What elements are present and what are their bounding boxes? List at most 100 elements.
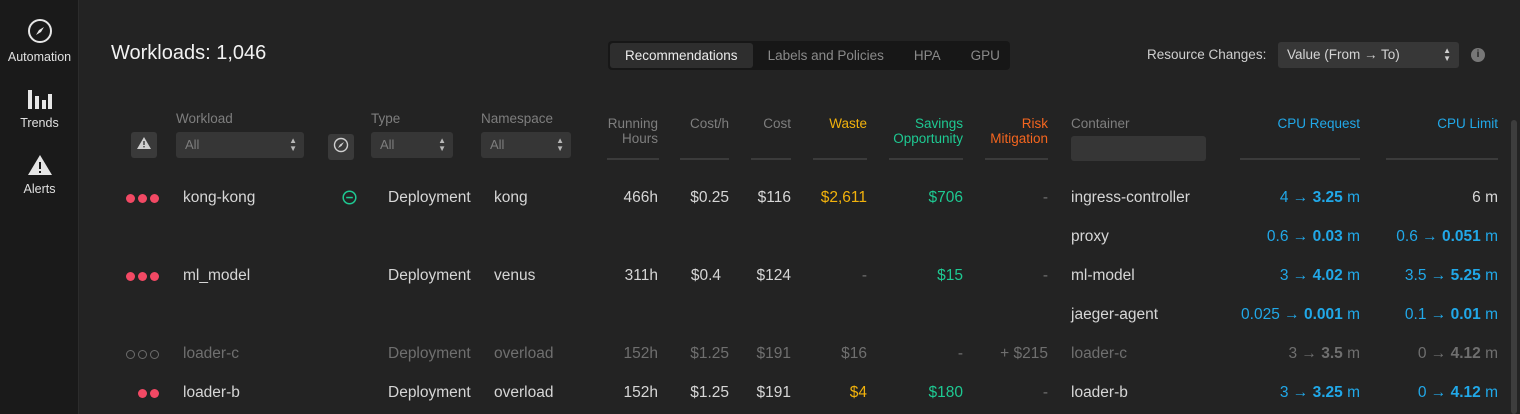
running-hours: 466h: [623, 189, 658, 206]
cost: $191: [756, 384, 791, 401]
namespace-filter[interactable]: All ▲ ▼: [481, 132, 571, 158]
workload-name[interactable]: loader-b: [183, 384, 240, 402]
severity-filter-button[interactable]: [131, 132, 157, 158]
cpu-request: 3 → 4.02 m: [1279, 267, 1360, 284]
column-underline: [1240, 158, 1360, 160]
cost: $116: [757, 189, 791, 206]
namespace: kong: [494, 189, 528, 206]
waste: $4: [849, 384, 867, 401]
waste: -: [861, 267, 867, 284]
column-header-cpu-limit[interactable]: CPU Limit: [1386, 116, 1498, 131]
running-hours: 152h: [623, 345, 658, 362]
container-name: jaeger-agent: [1071, 306, 1159, 323]
namespace: venus: [494, 267, 536, 284]
compass-icon: [27, 18, 53, 44]
column-header-risk-mitigation[interactable]: Risk Mitigation: [975, 116, 1048, 146]
sidebar-item-label: Alerts: [23, 182, 56, 196]
column-header-workload: Workload: [176, 111, 233, 126]
cpu-limit: 6 m: [1472, 189, 1498, 206]
risk-mitigation: -: [1042, 189, 1048, 206]
tab-gpu[interactable]: GPU: [956, 43, 1015, 68]
column-header-type: Type: [371, 111, 401, 126]
tab-labels-and-policies[interactable]: Labels and Policies: [753, 43, 899, 68]
workload-filter[interactable]: All ▲ ▼: [176, 132, 304, 158]
column-underline: [813, 158, 867, 160]
savings-opportunity: $706: [928, 189, 963, 206]
column-header-cost[interactable]: Cost: [740, 116, 791, 131]
waste: $16: [841, 345, 867, 362]
type-filter[interactable]: All ▲ ▼: [371, 132, 453, 158]
workload-name[interactable]: kong-kong: [183, 189, 255, 207]
select-arrows-icon: ▲ ▼: [438, 136, 446, 153]
container-name: ingress-controller: [1071, 189, 1190, 206]
column-underline: [680, 158, 729, 160]
container-name: ml-model: [1071, 267, 1135, 284]
cpu-limit: 0 → 4.12 m: [1417, 345, 1498, 362]
severity-indicator: [126, 272, 159, 281]
column-header-running-hours[interactable]: Running Hours: [588, 116, 658, 146]
workload-type: Deployment: [388, 345, 471, 362]
view-tabs: Recommendations Labels and Policies HPA …: [608, 41, 1010, 70]
column-header-savings-opportunity[interactable]: Savings Opportunity: [880, 116, 963, 146]
select-arrows-icon: ▲ ▼: [1443, 46, 1451, 63]
sidebar-item-trends[interactable]: Trends: [0, 88, 79, 130]
container-filter-input[interactable]: [1071, 136, 1206, 161]
cost-per-hour: $0.4: [690, 267, 721, 284]
cost: $191: [756, 345, 791, 362]
column-underline: [607, 158, 659, 160]
workload-type: Deployment: [388, 384, 471, 401]
workload-type: Deployment: [388, 189, 471, 206]
resource-changes-value: Value (From → To): [1287, 47, 1400, 62]
column-underline: [751, 158, 791, 160]
select-arrows-icon: ▲ ▼: [289, 136, 297, 153]
sidebar-item-alerts[interactable]: Alerts: [0, 154, 79, 196]
column-header-container: Container: [1071, 116, 1130, 131]
workload-name[interactable]: ml_model: [183, 267, 250, 285]
cpu-request: 3 → 3.25 m: [1279, 384, 1360, 401]
resource-changes-label: Resource Changes:: [1147, 47, 1267, 62]
running-hours: 152h: [623, 384, 658, 401]
savings-opportunity: $15: [937, 267, 963, 284]
resource-changes-select[interactable]: Value (From → To) ▲ ▼: [1278, 42, 1459, 68]
savings-opportunity: $180: [928, 384, 963, 401]
severity-indicator: [138, 389, 159, 398]
info-icon[interactable]: i: [1471, 48, 1485, 62]
workload-name[interactable]: loader-c: [183, 345, 239, 363]
cpu-limit: 0 → 4.12 m: [1417, 384, 1498, 401]
container-name: loader-b: [1071, 384, 1128, 401]
waste: $2,611: [820, 189, 867, 206]
main-content: Workloads: 1,046 Recommendations Labels …: [80, 0, 1520, 414]
warning-icon: [137, 136, 151, 154]
tab-hpa[interactable]: HPA: [899, 43, 956, 68]
cost: $124: [756, 267, 791, 284]
cost-per-hour: $1.25: [690, 345, 729, 362]
cpu-request: 0.025 → 0.001 m: [1241, 306, 1360, 323]
cpu-limit: 0.6 → 0.051 m: [1396, 228, 1498, 245]
sidebar: Automation Trends Alerts: [0, 0, 79, 414]
warning-icon: [27, 154, 53, 176]
namespace-filter-value: All: [490, 137, 505, 152]
cpu-request: 0.6 → 0.03 m: [1266, 228, 1360, 245]
column-header-namespace: Namespace: [481, 111, 554, 126]
column-header-cpu-request[interactable]: CPU Request: [1240, 116, 1360, 131]
compass-icon: [333, 137, 349, 158]
sidebar-item-automation[interactable]: Automation: [0, 18, 79, 64]
cost-per-hour: $1.25: [690, 384, 729, 401]
tab-recommendations[interactable]: Recommendations: [610, 43, 753, 68]
bar-chart-icon: [27, 88, 53, 110]
workload-filter-value: All: [185, 137, 200, 152]
savings-opportunity: -: [957, 345, 963, 362]
container-name: proxy: [1071, 228, 1109, 245]
column-underline: [985, 158, 1048, 160]
select-arrows-icon: ▲ ▼: [556, 136, 564, 153]
running-hours: 311h: [624, 267, 658, 284]
status-filter-button[interactable]: [328, 134, 354, 160]
container-name: loader-c: [1071, 345, 1127, 362]
column-underline: [1386, 158, 1498, 160]
cpu-limit: 0.1 → 0.01 m: [1404, 306, 1498, 323]
column-header-waste[interactable]: Waste: [800, 116, 867, 131]
sidebar-item-label: Automation: [7, 50, 72, 64]
column-underline: [889, 158, 963, 160]
scrollbar[interactable]: [1511, 120, 1517, 414]
column-header-cost-per-hour[interactable]: Cost/h: [670, 116, 729, 131]
